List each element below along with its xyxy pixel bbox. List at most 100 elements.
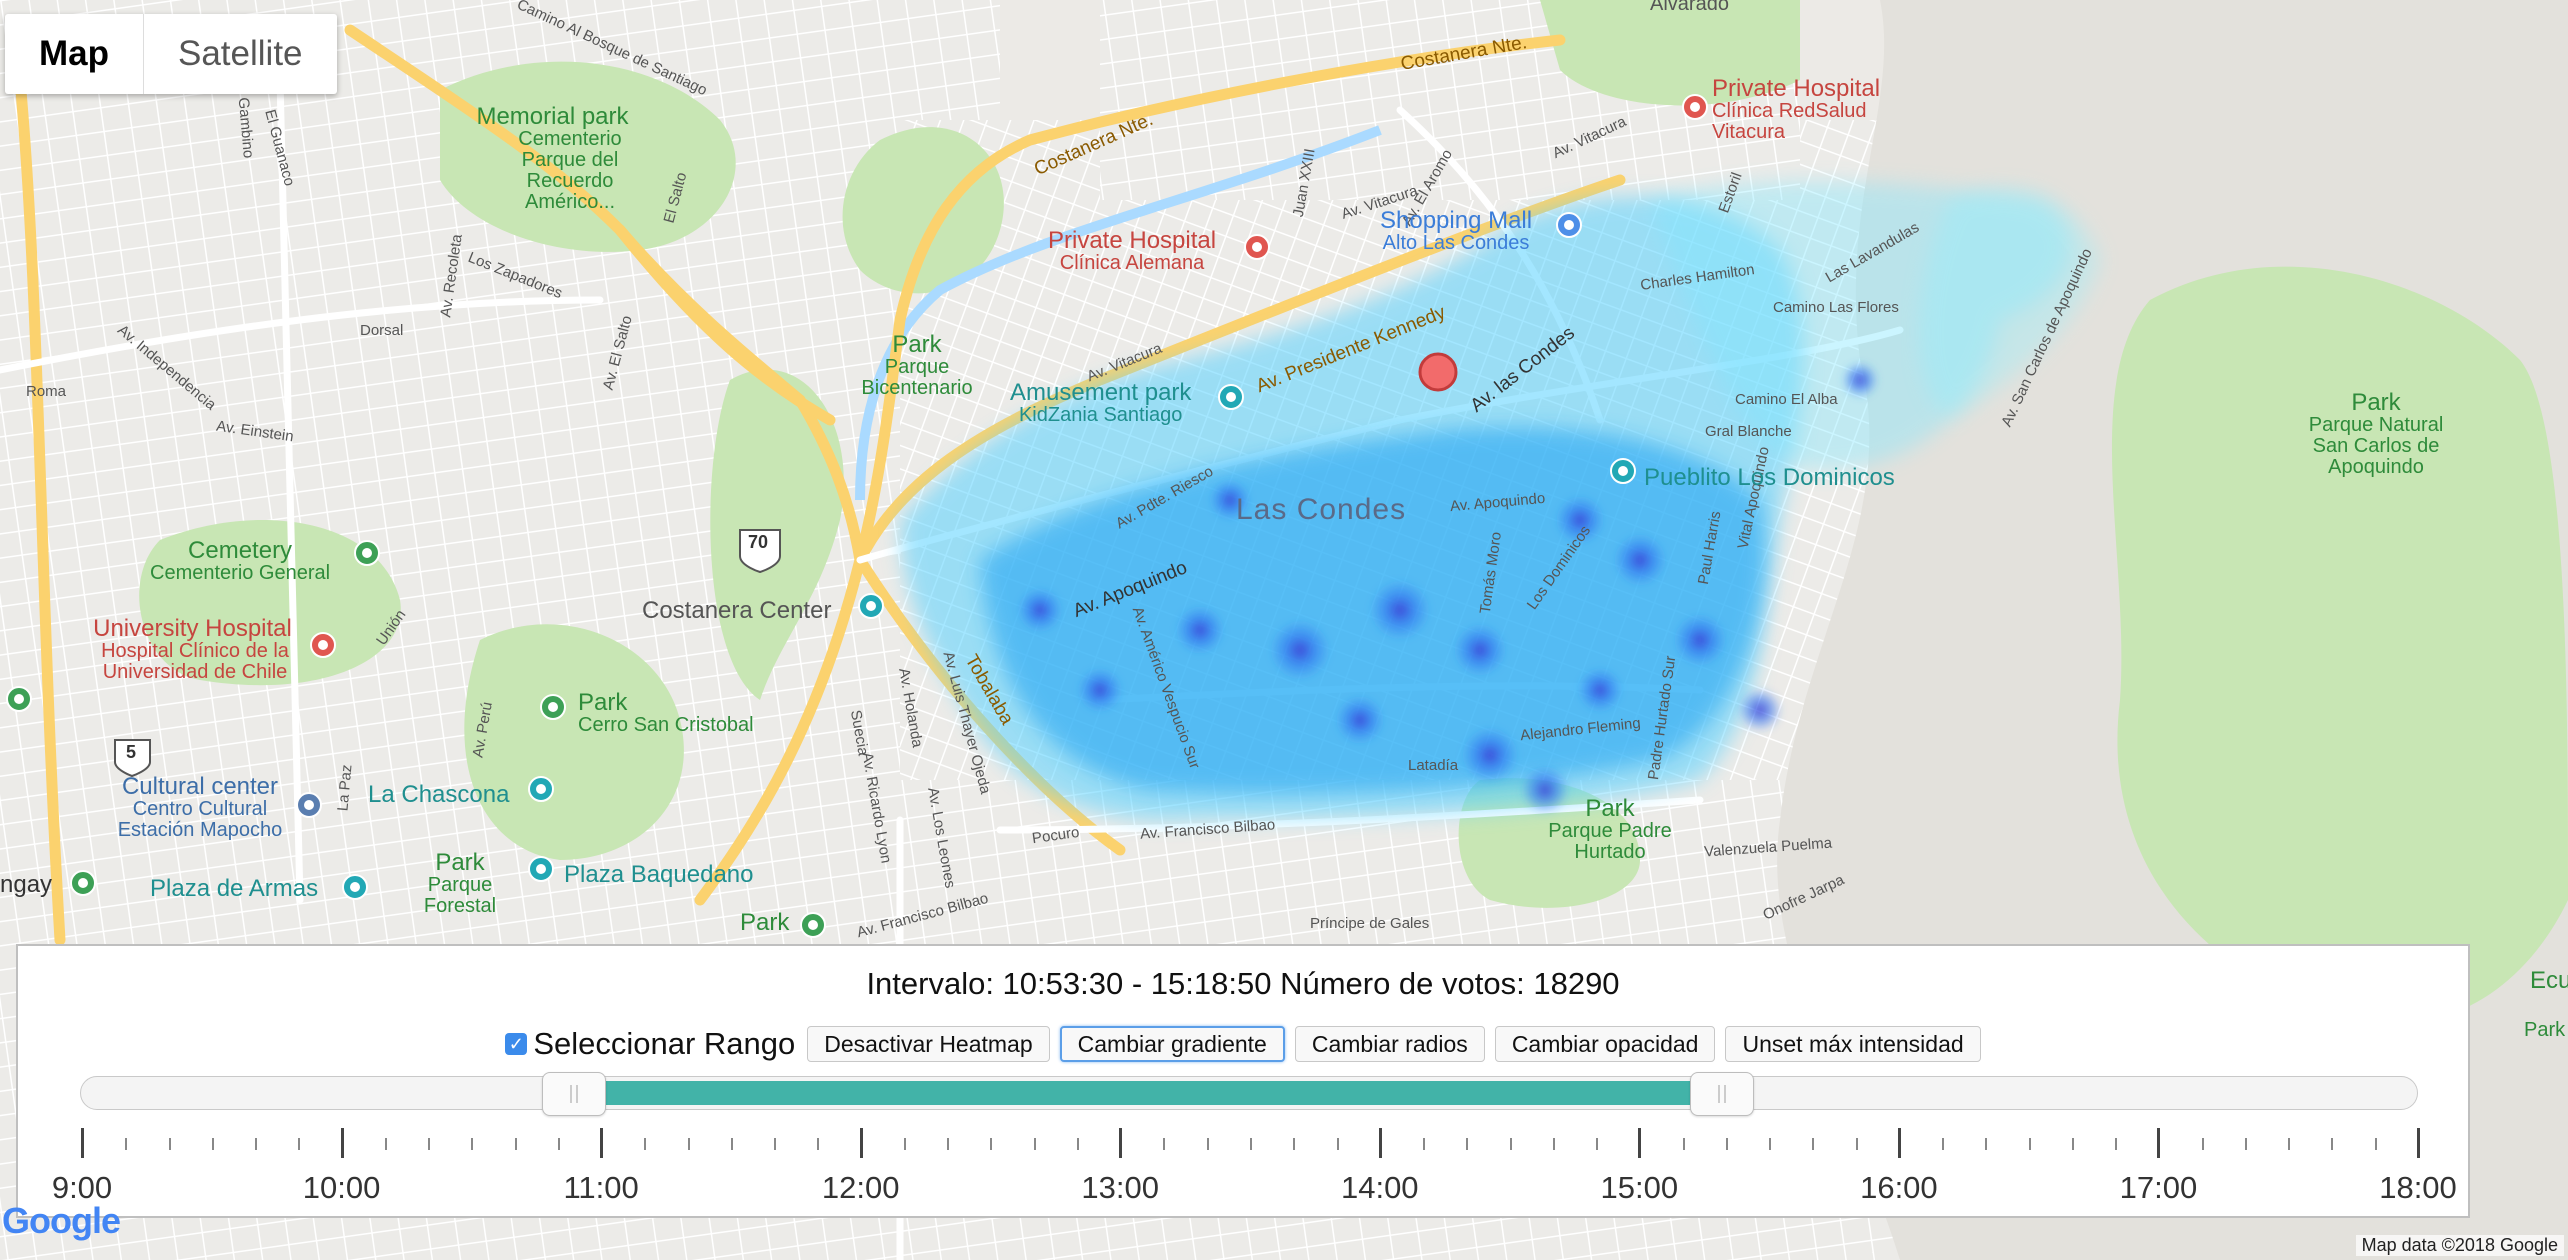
hospital-pin-icon[interactable] <box>1244 234 1270 260</box>
axis-minor-tick <box>774 1138 777 1150</box>
map-type-control: Map Satellite <box>5 14 337 94</box>
attraction-pin-icon[interactable] <box>528 776 554 802</box>
axis-minor-tick <box>211 1138 214 1150</box>
axis-minor-tick <box>903 1138 906 1150</box>
map-type-satellite-button[interactable]: Satellite <box>144 14 337 94</box>
axis-major-tick <box>1378 1128 1382 1158</box>
street-label: Gral Blanche <box>1705 423 1792 440</box>
axis-minor-tick <box>1076 1138 1079 1150</box>
poi-parque-bicentenario[interactable]: Park Parque Bicentenario <box>852 332 982 399</box>
axis-tick-label: 16:00 <box>1860 1170 1938 1205</box>
poi-cerro-san-cristobal[interactable]: Park Cerro San Cristobal <box>578 690 754 736</box>
unset-max-intensity-button[interactable]: Unset máx intensidad <box>1725 1026 1981 1062</box>
axis-major-tick <box>1638 1128 1642 1158</box>
park-pin-icon[interactable] <box>354 540 380 566</box>
google-logo: Google <box>2 1200 121 1241</box>
axis-minor-tick <box>255 1138 258 1150</box>
time-axis: 9:00 10:00 11:00 12:00 13:00 14:00 15:00 16:00 1… <box>18 1126 2472 1216</box>
slider-start-handle[interactable] <box>542 1072 606 1116</box>
landmark-pin-icon[interactable] <box>858 593 884 619</box>
axis-minor-tick <box>471 1138 474 1150</box>
axis-minor-tick <box>1596 1138 1599 1150</box>
axis-minor-tick <box>2374 1138 2377 1150</box>
axis-minor-tick <box>2288 1138 2291 1150</box>
axis-minor-tick <box>687 1138 690 1150</box>
poi-parque-padre-hurtado[interactable]: Park Parque Padre Hurtado <box>1540 796 1680 863</box>
poi-memorial-park[interactable]: Memorial park Cementerio Parque del Recu… <box>460 104 645 213</box>
street-label: Latadía <box>1408 757 1459 774</box>
poi-park[interactable]: Park <box>740 910 789 935</box>
poi-estacion-mapocho[interactable]: Cultural center Centro Cultural Estación… <box>100 774 300 841</box>
axis-minor-tick <box>1423 1138 1426 1150</box>
axis-minor-tick <box>2028 1138 2031 1150</box>
time-range-slider[interactable] <box>80 1072 2418 1116</box>
attraction-pin-icon[interactable] <box>1610 458 1636 484</box>
axis-minor-tick <box>1206 1138 1209 1150</box>
checkbox-checked-icon[interactable]: ✓ <box>505 1033 528 1055</box>
street-label: Camino El Alba <box>1735 391 1838 408</box>
axis-minor-tick <box>557 1138 560 1150</box>
poi-parque-forestal[interactable]: Park Parque Forestal <box>420 850 500 917</box>
poi-costanera-center[interactable]: Costanera Center <box>642 598 831 623</box>
toggle-heatmap-button[interactable]: Desactivar Heatmap <box>807 1026 1050 1062</box>
axis-minor-tick <box>1250 1138 1252 1150</box>
axis-major-tick <box>81 1128 84 1158</box>
slider-selected-range <box>574 1081 1722 1105</box>
axis-minor-tick <box>1509 1138 1512 1150</box>
route-5-label: 5 <box>126 742 137 762</box>
range-toggle-label: Seleccionar Rango <box>533 1026 796 1061</box>
axis-minor-tick <box>125 1138 128 1150</box>
axis-minor-tick <box>1855 1138 1858 1150</box>
poi-alto-las-condes[interactable]: Shopping Mall Alto Las Condes <box>1380 208 1532 254</box>
poi-parque-natural[interactable]: Park Parque Natural San Carlos de Apoqui… <box>2296 390 2456 478</box>
street-label: Dorsal <box>360 322 404 339</box>
landmark-pin-icon[interactable] <box>296 792 322 818</box>
park-pin-icon[interactable] <box>70 870 96 896</box>
axis-minor-tick <box>644 1138 647 1150</box>
change-radius-button[interactable]: Cambiar radios <box>1294 1026 1485 1062</box>
axis-major-tick <box>859 1128 863 1158</box>
control-toolbar: ✓ Seleccionar Rango Desactivar Heatmap C… <box>18 1026 2468 1062</box>
poi-la-chascona[interactable]: La Chascona <box>368 782 509 807</box>
shopping-pin-icon[interactable] <box>1556 212 1582 238</box>
axis-tick-label: 17:00 <box>2119 1170 2198 1205</box>
axis-tick-label: 18:00 <box>2379 1170 2457 1205</box>
slider-end-handle[interactable] <box>1689 1072 1754 1116</box>
park-pin-icon[interactable] <box>800 912 826 938</box>
attraction-pin-icon[interactable] <box>528 856 554 882</box>
axis-minor-tick <box>1336 1138 1339 1150</box>
hospital-pin-icon[interactable] <box>310 632 336 658</box>
poi-plaza-de-armas[interactable]: Plaza de Armas <box>150 876 318 901</box>
map-type-map-button[interactable]: Map <box>5 14 144 94</box>
axis-minor-tick <box>2115 1138 2118 1150</box>
axis-minor-tick <box>817 1138 820 1150</box>
axis-minor-tick <box>1812 1138 1815 1150</box>
park-pin-icon[interactable] <box>6 686 32 712</box>
poi-cementerio-general[interactable]: Cemetery Cementerio General <box>150 538 330 584</box>
axis-minor-tick <box>2071 1138 2074 1150</box>
axis-major-tick <box>1897 1128 1901 1158</box>
axis-minor-tick <box>1769 1138 1772 1150</box>
axis-minor-tick <box>514 1138 517 1150</box>
route-70-label: 70 <box>748 532 769 552</box>
poi-kidzania[interactable]: Amusement park KidZania Santiago <box>1010 380 1191 426</box>
poi-plaza-baquedano[interactable]: Plaza Baquedano <box>564 862 754 887</box>
axis-minor-tick <box>1985 1138 1988 1150</box>
axis-minor-tick <box>990 1138 993 1150</box>
place-label: Ecu <box>2530 967 2568 994</box>
axis-minor-tick <box>428 1138 431 1150</box>
attraction-pin-icon[interactable] <box>1218 384 1244 410</box>
attraction-pin-icon[interactable] <box>342 874 368 900</box>
park-pin-icon[interactable] <box>540 694 566 720</box>
change-gradient-button[interactable]: Cambiar gradiente <box>1059 1026 1285 1062</box>
poi-clinica-alemana[interactable]: Private Hospital Clínica Alemana <box>1048 228 1216 274</box>
change-opacity-button[interactable]: Cambiar opacidad <box>1494 1026 1716 1062</box>
hospital-pin-icon[interactable] <box>1682 94 1708 120</box>
poi-clinica-redsalud[interactable]: Private Hospital Clínica RedSalud Vitacu… <box>1712 76 1932 143</box>
street-label: Camino Las Flores <box>1773 299 1899 316</box>
axis-major-tick <box>2417 1128 2420 1158</box>
map-attribution[interactable]: Map data ©2018 Google <box>2355 1235 2564 1256</box>
poi-pueblito-los-dominicos[interactable]: Pueblito Los Dominicos <box>1644 465 1895 490</box>
poi-hospital-clinico[interactable]: University Hospital Hospital Clínico de … <box>80 616 305 683</box>
range-toggle[interactable]: ✓ Seleccionar Rango <box>505 1026 795 1062</box>
